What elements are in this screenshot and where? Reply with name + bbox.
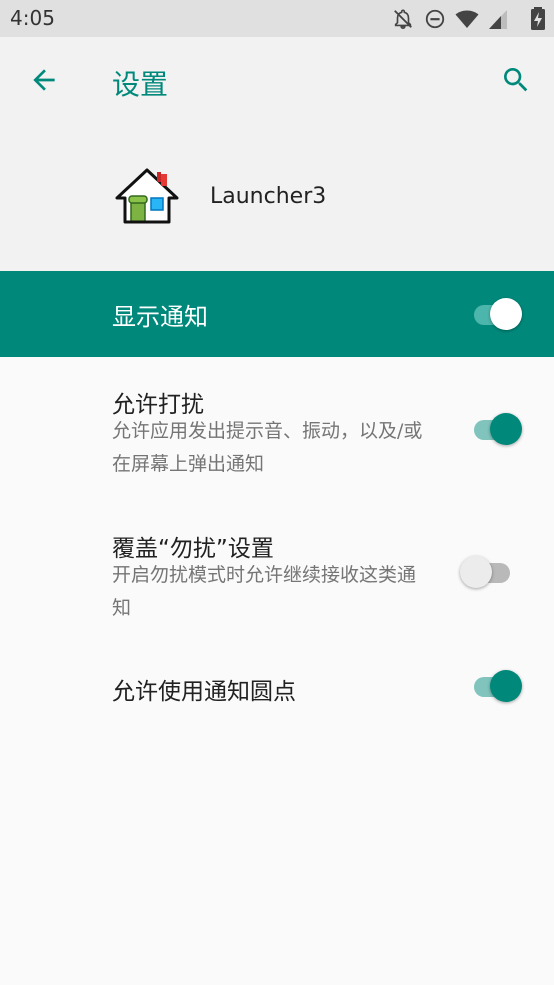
- notification-dots-title: 允许使用通知圆点: [112, 679, 296, 705]
- arrow-back-icon[interactable]: [28, 64, 60, 96]
- switch-thumb: [490, 298, 522, 330]
- show-notifications-label: 显示通知: [112, 303, 208, 331]
- search-icon[interactable]: [500, 64, 532, 96]
- cellular-signal-icon: [489, 10, 507, 29]
- switch-thumb: [460, 556, 492, 588]
- allow-interruptions-switch[interactable]: [470, 409, 526, 449]
- status-bar: 4:05: [0, 0, 554, 37]
- wifi-icon: [455, 10, 479, 28]
- page-title: 设置: [112, 68, 169, 101]
- show-notifications-switch[interactable]: [470, 294, 526, 334]
- override-dnd-summary: 开启勿扰模式时允许继续接收这类通知: [112, 564, 417, 619]
- allow-interruptions-summary: 允许应用发出提示音、振动，以及/或在屏幕上弹出通知: [112, 420, 423, 475]
- allow-interruptions-title: 允许打扰: [112, 392, 204, 418]
- app-header: Launcher3: [0, 124, 554, 271]
- override-dnd-row[interactable]: 覆盖“勿扰”设置 开启勿扰模式时允许继续接收这类通知: [0, 505, 554, 650]
- notification-dots-switch[interactable]: [470, 666, 526, 706]
- show-notifications-row[interactable]: 显示通知: [0, 271, 554, 357]
- notification-dots-row[interactable]: 允许使用通知圆点: [0, 650, 554, 722]
- switch-thumb: [490, 670, 522, 702]
- do-not-disturb-icon: [425, 9, 445, 29]
- override-dnd-switch[interactable]: [460, 552, 516, 592]
- notifications-off-icon: [394, 9, 412, 29]
- app-bar: 设置: [0, 37, 554, 124]
- override-dnd-title: 覆盖“勿扰”设置: [112, 536, 274, 562]
- launcher-house-icon: [115, 168, 179, 224]
- switch-thumb: [490, 413, 522, 445]
- allow-interruptions-row[interactable]: 允许打扰 允许应用发出提示音、振动，以及/或在屏幕上弹出通知: [0, 357, 554, 505]
- app-name: Launcher3: [210, 184, 327, 209]
- status-time: 4:05: [10, 6, 55, 30]
- battery-charging-icon: [531, 7, 545, 30]
